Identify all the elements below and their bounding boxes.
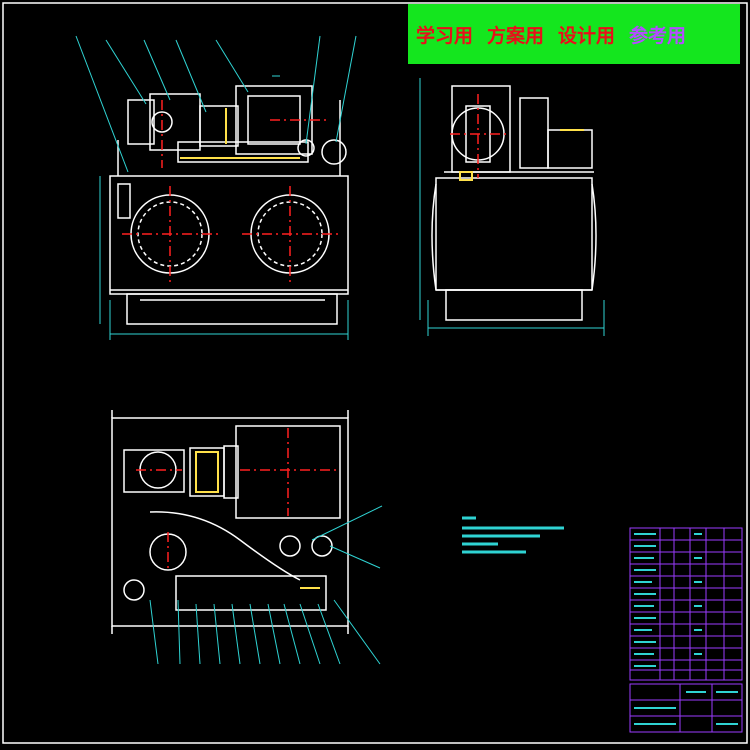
plan-view <box>111 410 349 634</box>
plan-view-leaders <box>149 505 383 665</box>
front-view <box>109 85 349 325</box>
title-block-entries <box>634 691 738 725</box>
technical-notes <box>462 516 564 554</box>
sheet-frame <box>2 2 748 744</box>
side-view-dimensions <box>419 78 605 336</box>
cad-drawing-sheet <box>2 2 748 744</box>
side-view <box>431 85 597 321</box>
parts-list-table <box>629 527 743 681</box>
plan-view-accents <box>195 451 320 589</box>
